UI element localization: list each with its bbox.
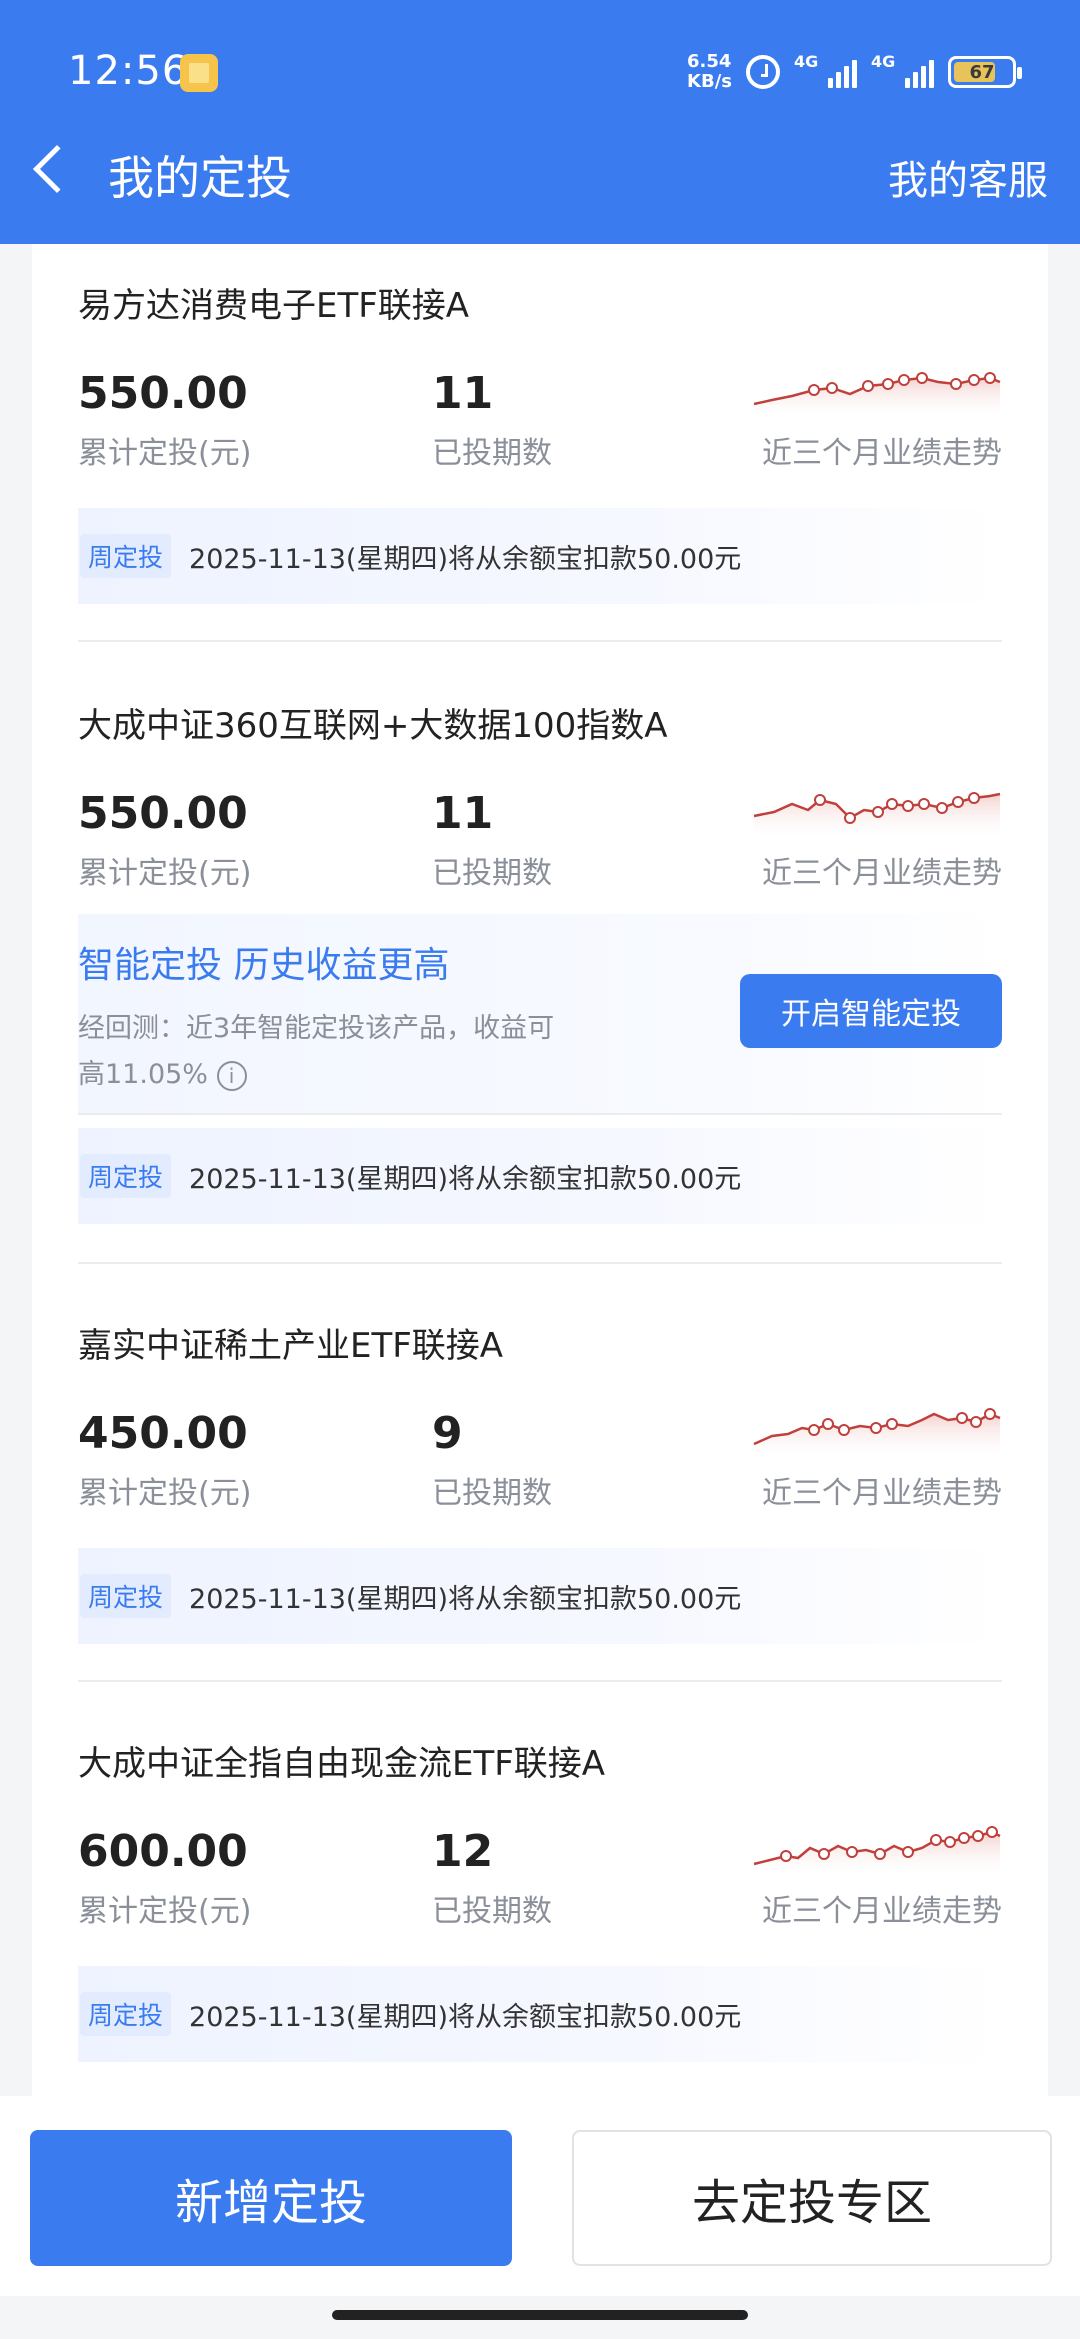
fund-card[interactable]: 大成中证全指自由现金流ETF联接A 600.00 累计定投(元) 12 已投期数…: [78, 1702, 1002, 2102]
trend-sparkline: [753, 792, 1001, 840]
total-invested-value: 600.00: [78, 1826, 248, 1877]
periods-value: 9: [432, 1408, 463, 1459]
plan-zone-button[interactable]: 去定投专区: [572, 2130, 1052, 2266]
periods-value: 11: [432, 368, 494, 419]
fund-name: 大成中证全指自由现金流ETF联接A: [78, 1744, 606, 1784]
net-speed-unit: KB/s: [687, 71, 732, 92]
battery-icon: 67: [948, 56, 1022, 88]
divider: [78, 1262, 1002, 1264]
signal-icon-2: 4G: [871, 52, 934, 88]
signal-type-2: 4G: [871, 52, 896, 71]
add-plan-button[interactable]: 新增定投: [30, 2130, 512, 2266]
status-icons: 6.54 KB/s 4G 4G 67: [687, 52, 1022, 92]
back-icon[interactable]: [32, 144, 82, 194]
total-invested-value: 550.00: [78, 368, 248, 419]
plan-schedule: 周定投 2025-11-13(星期四)将从余额宝扣款50.00元: [78, 1128, 1002, 1224]
customer-service-link[interactable]: 我的客服: [888, 148, 1048, 206]
periods-value: 11: [432, 788, 494, 839]
trend-label: 近三个月业绩走势: [762, 1476, 1002, 1511]
total-invested-label: 累计定投(元): [78, 856, 252, 891]
divider: [78, 640, 1002, 642]
net-speed: 6.54 KB/s: [687, 52, 732, 92]
periods-label: 已投期数: [432, 436, 552, 471]
plan-text: 2025-11-13(星期四)将从余额宝扣款50.00元: [189, 543, 742, 575]
signal-icon: 4G: [794, 52, 857, 88]
trend-sparkline: [753, 372, 1001, 420]
trend-sparkline: [753, 1408, 1001, 1460]
plan-text: 2025-11-13(星期四)将从余额宝扣款50.00元: [189, 1583, 742, 1615]
smart-plan-promo: 智能定投 历史收益更高 经回测：近3年智能定投该产品，收益可 高11.05% i…: [78, 914, 1002, 1115]
total-invested-label: 累计定投(元): [78, 1894, 252, 1929]
fund-card[interactable]: 易方达消费电子ETF联接A 550.00 累计定投(元) 11 已投期数 近三个…: [78, 244, 1002, 644]
fund-name: 易方达消费电子ETF联接A: [78, 286, 470, 326]
smart-plan-desc-line2: 高11.05%: [78, 1059, 208, 1090]
smart-plan-desc: 经回测：近3年智能定投该产品，收益可 高11.05% i: [78, 1006, 638, 1098]
status-time: 12:56: [68, 48, 189, 94]
notification-app-icon: [180, 54, 218, 92]
periods-label: 已投期数: [432, 1476, 552, 1511]
fund-name: 大成中证360互联网+大数据100指数A: [78, 706, 668, 746]
periods-value: 12: [432, 1826, 494, 1877]
divider: [78, 1113, 1002, 1115]
total-invested-value: 550.00: [78, 788, 248, 839]
divider: [78, 1680, 1002, 1682]
periods-label: 已投期数: [432, 1894, 552, 1929]
trend-label: 近三个月业绩走势: [762, 1894, 1002, 1929]
plan-tag: 周定投: [80, 1154, 172, 1198]
total-invested-label: 累计定投(元): [78, 436, 252, 471]
periods-label: 已投期数: [432, 856, 552, 891]
plan-tag: 周定投: [80, 534, 172, 578]
plan-schedule: 周定投 2025-11-13(星期四)将从余额宝扣款50.00元: [78, 1548, 1002, 1644]
plan-tag: 周定投: [80, 1574, 172, 1618]
plan-schedule: 周定投 2025-11-13(星期四)将从余额宝扣款50.00元: [78, 1966, 1002, 2062]
plan-tag: 周定投: [80, 1992, 172, 2036]
enable-smart-plan-button[interactable]: 开启智能定投: [740, 974, 1002, 1048]
plan-text: 2025-11-13(星期四)将从余额宝扣款50.00元: [189, 1163, 742, 1195]
total-invested-label: 累计定投(元): [78, 1476, 252, 1511]
smart-plan-desc-line1: 经回测：近3年智能定投该产品，收益可: [78, 1013, 555, 1044]
trend-sparkline: [753, 1826, 1001, 1878]
signal-type-1: 4G: [794, 52, 819, 71]
page-title: 我的定投: [108, 151, 292, 205]
fund-name: 嘉实中证稀土产业ETF联接A: [78, 1326, 504, 1366]
app-header: 12:56 6.54 KB/s 4G 4G 67 我的定投 我的客服: [0, 0, 1080, 244]
smart-plan-title: 智能定投 历史收益更高: [78, 945, 450, 986]
plan-text: 2025-11-13(星期四)将从余额宝扣款50.00元: [189, 2001, 742, 2033]
battery-level: 67: [969, 61, 995, 83]
fund-card[interactable]: 嘉实中证稀土产业ETF联接A 450.00 累计定投(元) 9 已投期数 近三个…: [78, 1284, 1002, 1684]
alarm-icon: [746, 55, 780, 89]
plan-list: 易方达消费电子ETF联接A 550.00 累计定投(元) 11 已投期数 近三个…: [32, 244, 1048, 2106]
home-indicator[interactable]: [332, 2310, 748, 2320]
trend-label: 近三个月业绩走势: [762, 436, 1002, 471]
total-invested-value: 450.00: [78, 1408, 248, 1459]
info-icon[interactable]: i: [216, 1060, 247, 1091]
bottom-action-bar: 新增定投 去定投专区: [0, 2096, 1080, 2296]
trend-label: 近三个月业绩走势: [762, 856, 1002, 891]
plan-schedule: 周定投 2025-11-13(星期四)将从余额宝扣款50.00元: [78, 508, 1002, 604]
net-speed-value: 6.54: [687, 51, 732, 72]
